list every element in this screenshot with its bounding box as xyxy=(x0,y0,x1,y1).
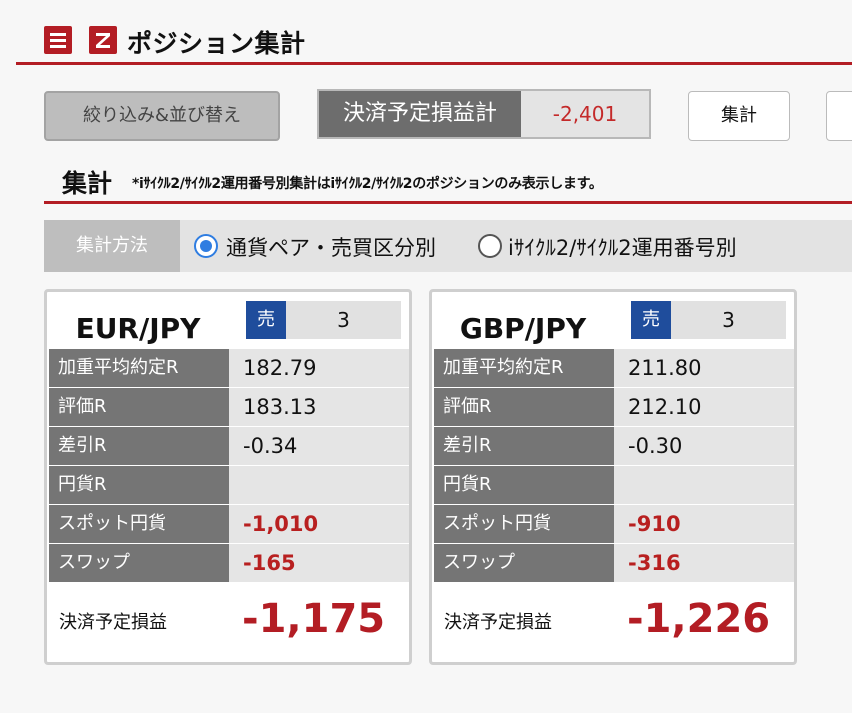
detail-label: 差引R xyxy=(49,427,229,465)
total-pl-value: -2,401 xyxy=(552,102,618,126)
detail-row: 加重平均約定R 182.79 xyxy=(49,349,409,388)
detail-value: -1,010 xyxy=(229,505,409,543)
side-badge: 売 xyxy=(631,301,671,339)
position-card[interactable]: GBP/JPY 売 3 加重平均約定R 211.80 評価R 212.10 差引… xyxy=(429,289,797,665)
detail-label: スポット円貨 xyxy=(49,505,229,543)
detail-row: 差引R -0.30 xyxy=(434,427,794,466)
detail-value: 211.80 xyxy=(614,349,794,387)
detail-label: 加重平均約定R xyxy=(434,349,614,387)
detail-label: 円貨R xyxy=(434,466,614,504)
detail-label: スワップ xyxy=(49,544,229,582)
section-title: 集計 xyxy=(62,169,113,198)
total-pl-label: 決済予定損益計 xyxy=(319,91,521,137)
side-badge: 売 xyxy=(246,301,286,339)
page-title: ポジション集計 xyxy=(127,29,306,58)
detail-label: スポット円貨 xyxy=(434,505,614,543)
position-details: 加重平均約定R 211.80 評価R 212.10 差引R -0.30 円貨R … xyxy=(434,349,794,583)
radio-operation-number[interactable] xyxy=(478,234,502,258)
position-quantity: 3 xyxy=(337,308,350,332)
section-divider xyxy=(44,201,852,204)
detail-label: 円貨R xyxy=(49,466,229,504)
detail-row: スポット円貨 -1,010 xyxy=(49,505,409,544)
side-qty-box: 売 3 xyxy=(246,301,401,339)
detail-value: 183.13 xyxy=(229,388,409,426)
detail-value: 212.10 xyxy=(614,388,794,426)
side-qty-box: 売 3 xyxy=(631,301,786,339)
radio-operation-number-label[interactable]: iｻｲｸﾙ2/ｻｲｸﾙ2運用番号別 xyxy=(508,232,737,262)
position-details: 加重平均約定R 182.79 評価R 183.13 差引R -0.34 円貨R … xyxy=(49,349,409,583)
detail-value: -0.30 xyxy=(614,427,794,465)
app-header: ポジション集計 xyxy=(0,0,852,66)
radio-pair-side[interactable] xyxy=(194,234,218,258)
detail-value xyxy=(229,466,409,504)
detail-value: -0.34 xyxy=(229,427,409,465)
header-divider xyxy=(16,62,852,65)
total-pl-display: 決済予定損益計 -2,401 xyxy=(317,89,651,139)
detail-label: 評価R xyxy=(434,388,614,426)
planned-pl-value: -1,175 xyxy=(242,596,386,642)
position-card[interactable]: EUR/JPY 売 3 加重平均約定R 182.79 評価R 183.13 差引… xyxy=(44,289,412,665)
planned-pl-label: 決済予定損益 xyxy=(59,612,167,633)
z-logo-icon[interactable] xyxy=(89,26,117,54)
section-note: *iｻｲｸﾙ2/ｻｲｸﾙ2運用番号別集計はiｻｲｸﾙ2/ｻｲｸﾙ2のポジションの… xyxy=(132,176,603,192)
currency-pair: GBP/JPY xyxy=(459,312,587,345)
detail-row: スポット円貨 -910 xyxy=(434,505,794,544)
hamburger-menu-icon[interactable] xyxy=(44,26,72,54)
detail-label: スワップ xyxy=(434,544,614,582)
detail-value: -165 xyxy=(229,544,409,582)
detail-label: 評価R xyxy=(49,388,229,426)
detail-row: 円貨R xyxy=(434,466,794,505)
detail-label: 加重平均約定R xyxy=(49,349,229,387)
detail-row: 円貨R xyxy=(49,466,409,505)
detail-value: 182.79 xyxy=(229,349,409,387)
detail-row: 評価R 183.13 xyxy=(49,388,409,427)
position-quantity: 3 xyxy=(722,308,735,332)
filter-sort-button[interactable]: 絞り込み&並び替え xyxy=(44,91,280,141)
detail-value: -910 xyxy=(614,505,794,543)
currency-pair: EUR/JPY xyxy=(75,312,201,345)
detail-value xyxy=(614,466,794,504)
detail-label: 差引R xyxy=(434,427,614,465)
detail-row: スワップ -316 xyxy=(434,544,794,583)
radio-pair-side-label[interactable]: 通貨ペア・売買区分別 xyxy=(226,232,436,262)
detail-row: スワップ -165 xyxy=(49,544,409,583)
planned-pl-label: 決済予定損益 xyxy=(444,612,552,633)
detail-row: 差引R -0.34 xyxy=(49,427,409,466)
detail-row: 評価R 212.10 xyxy=(434,388,794,427)
aggregation-method-row: 集計方法 通貨ペア・売買区分別 iｻｲｸﾙ2/ｻｲｸﾙ2運用番号別 xyxy=(44,220,852,272)
detail-value: -316 xyxy=(614,544,794,582)
aggregate-button[interactable]: 集計 xyxy=(688,91,790,141)
planned-pl-value: -1,226 xyxy=(627,596,771,642)
aggregation-method-label: 集計方法 xyxy=(44,220,180,272)
detail-row: 加重平均約定R 211.80 xyxy=(434,349,794,388)
next-toolbar-button[interactable] xyxy=(826,91,852,141)
